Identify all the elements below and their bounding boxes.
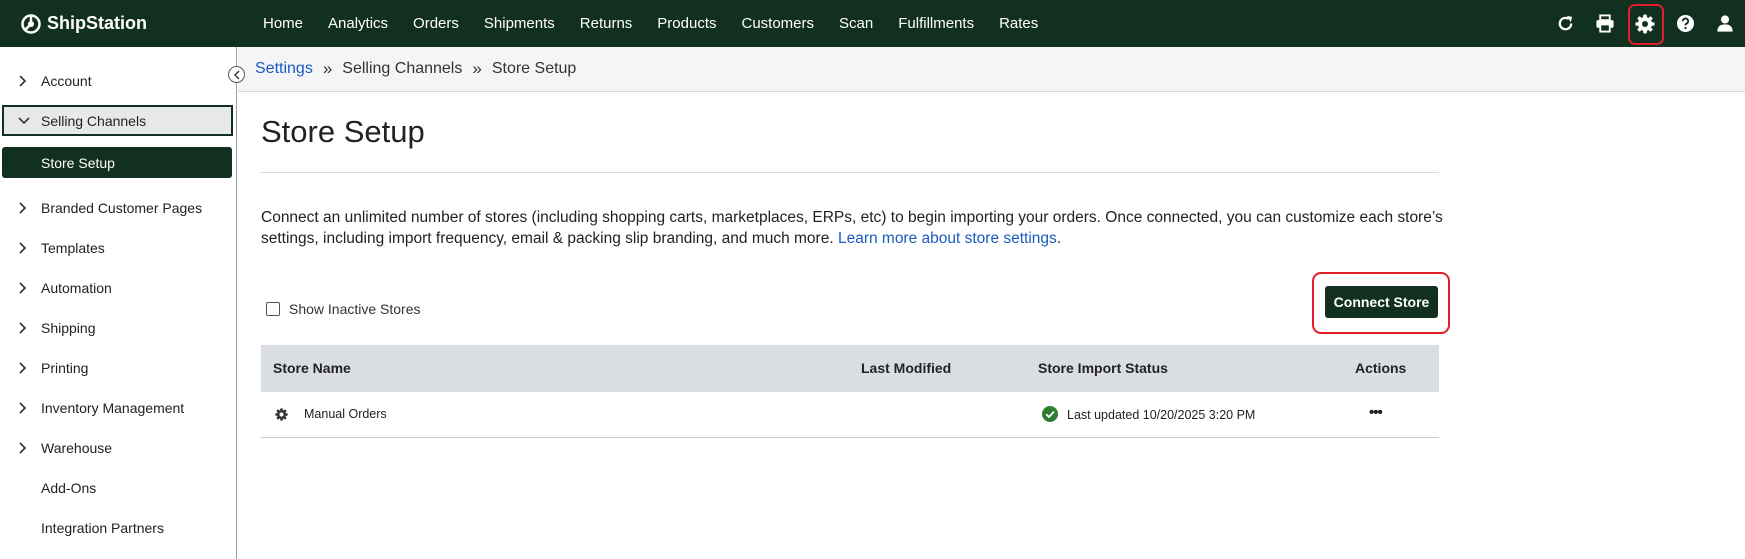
nav-products[interactable]: Products — [657, 15, 716, 32]
sidebar-item-label: Shipping — [41, 320, 96, 336]
connect-store-button[interactable]: Connect Store — [1325, 286, 1438, 318]
learn-more-link[interactable]: Learn more about store settings — [838, 230, 1057, 247]
page-description: Connect an unlimited number of stores (i… — [261, 207, 1451, 249]
title-divider — [261, 172, 1439, 173]
sidebar-item-label: Branded Customer Pages — [41, 200, 203, 216]
sidebar-item-label: Templates — [41, 240, 105, 256]
sidebar-item-selling-channels[interactable]: Selling Channels — [2, 105, 233, 136]
sidebar-item-label: Account — [41, 73, 92, 89]
store-name[interactable]: Manual Orders — [304, 407, 387, 421]
printer-icon — [1596, 14, 1614, 33]
sidebar-item-account[interactable]: Account — [0, 66, 237, 96]
sidebar-item-store-setup[interactable]: Store Setup — [2, 147, 232, 178]
sidebar-item-branded-customer-pages[interactable]: Branded Customer Pages — [0, 193, 237, 223]
chevron-right-icon — [0, 202, 41, 214]
gear-icon — [275, 408, 288, 421]
main-nav: Home Analytics Orders Shipments Returns … — [263, 15, 1063, 32]
chevron-right-icon — [0, 442, 41, 454]
shipstation-logo[interactable]: ShipStation — [21, 13, 263, 34]
settings-sidebar: Account Selling Channels Store Setup Bra… — [0, 47, 237, 559]
column-header-import-status[interactable]: Store Import Status — [1038, 360, 1168, 376]
nav-customers[interactable]: Customers — [742, 15, 815, 32]
nav-returns[interactable]: Returns — [580, 15, 633, 32]
show-inactive-checkbox[interactable] — [266, 302, 280, 316]
sidebar-item-label: Warehouse — [41, 440, 113, 456]
nav-rates[interactable]: Rates — [999, 15, 1038, 32]
breadcrumb-selling-channels: Selling Channels — [342, 60, 463, 77]
help-button[interactable] — [1665, 0, 1705, 47]
chevron-right-icon — [0, 402, 41, 414]
nav-home[interactable]: Home — [263, 15, 303, 32]
breadcrumb-separator: » — [322, 59, 333, 78]
sidebar-item-label: Add-Ons — [41, 480, 97, 496]
nav-analytics[interactable]: Analytics — [328, 15, 388, 32]
sidebar-item-label: Automation — [41, 280, 112, 296]
sidebar-item-templates[interactable]: Templates — [0, 233, 237, 263]
nav-fulfillments[interactable]: Fulfillments — [898, 15, 974, 32]
column-header-store-name[interactable]: Store Name — [273, 360, 351, 376]
sidebar-item-label: Store Setup — [41, 154, 115, 171]
breadcrumb-settings-link[interactable]: Settings — [255, 60, 313, 78]
sidebar-item-label: Integration Partners — [41, 520, 164, 536]
chevron-right-icon — [0, 322, 41, 334]
app-name: ShipStation — [47, 13, 147, 33]
sidebar-item-warehouse[interactable]: Warehouse — [0, 433, 237, 463]
refresh-icon — [1558, 15, 1572, 31]
chevron-right-icon — [0, 242, 41, 254]
store-import-status: Last updated 10/20/2025 3:20 PM — [1067, 408, 1256, 422]
column-header-last-modified[interactable]: Last Modified — [861, 360, 951, 376]
toolbar-icons — [1545, 0, 1745, 47]
table-row[interactable]: Manual Orders Last updated 10/20/2025 3:… — [261, 392, 1439, 438]
breadcrumb-separator: » — [472, 59, 482, 78]
settings-button[interactable] — [1625, 0, 1665, 47]
top-navigation-bar: ShipStation Home Analytics Orders Shipme… — [0, 0, 1745, 47]
user-icon — [1717, 15, 1733, 32]
sidebar-item-integration-partners[interactable]: Integration Partners — [0, 513, 237, 543]
breadcrumb: Settings » Selling Channels » Store Setu… — [238, 47, 1745, 92]
profile-button[interactable] — [1705, 0, 1745, 47]
breadcrumb-current: Store Setup — [491, 60, 577, 77]
chevron-left-icon — [233, 70, 239, 79]
row-actions-menu-icon[interactable]: ••• — [1369, 404, 1383, 421]
refresh-button[interactable] — [1545, 0, 1585, 47]
nav-orders[interactable]: Orders — [413, 15, 459, 32]
show-inactive-stores-toggle[interactable]: Show Inactive Stores — [266, 301, 421, 317]
sidebar-item-label: Inventory Management — [41, 400, 185, 416]
nav-scan[interactable]: Scan — [839, 15, 873, 32]
show-inactive-label: Show Inactive Stores — [289, 301, 421, 317]
sidebar-item-automation[interactable]: Automation — [0, 273, 237, 303]
description-period: . — [1056, 230, 1062, 247]
check-circle-icon — [1042, 406, 1058, 422]
sidebar-item-add-ons[interactable]: Add-Ons — [0, 473, 237, 503]
help-icon — [1676, 14, 1694, 33]
shipstation-logo-icon — [21, 13, 41, 34]
sidebar-item-inventory-management[interactable]: Inventory Management — [0, 393, 237, 423]
page-title: Store Setup — [261, 114, 425, 149]
collapse-sidebar-button[interactable] — [228, 66, 245, 83]
sidebar-item-label: Printing — [41, 360, 89, 376]
chevron-right-icon — [0, 282, 41, 294]
chevron-right-icon — [0, 362, 41, 374]
sidebar-item-label: Selling Channels — [41, 112, 147, 129]
nav-shipments[interactable]: Shipments — [484, 15, 555, 32]
chevron-right-icon — [0, 75, 41, 87]
sidebar-item-shipping[interactable]: Shipping — [0, 313, 237, 343]
table-header: Store Name Last Modified Store Import St… — [261, 345, 1439, 392]
stores-table: Store Name Last Modified Store Import St… — [261, 345, 1439, 438]
gear-icon — [1635, 14, 1655, 33]
chevron-down-icon — [4, 116, 41, 125]
sidebar-item-printing[interactable]: Printing — [0, 353, 237, 383]
print-button[interactable] — [1585, 0, 1625, 47]
column-header-actions: Actions — [1355, 360, 1407, 376]
